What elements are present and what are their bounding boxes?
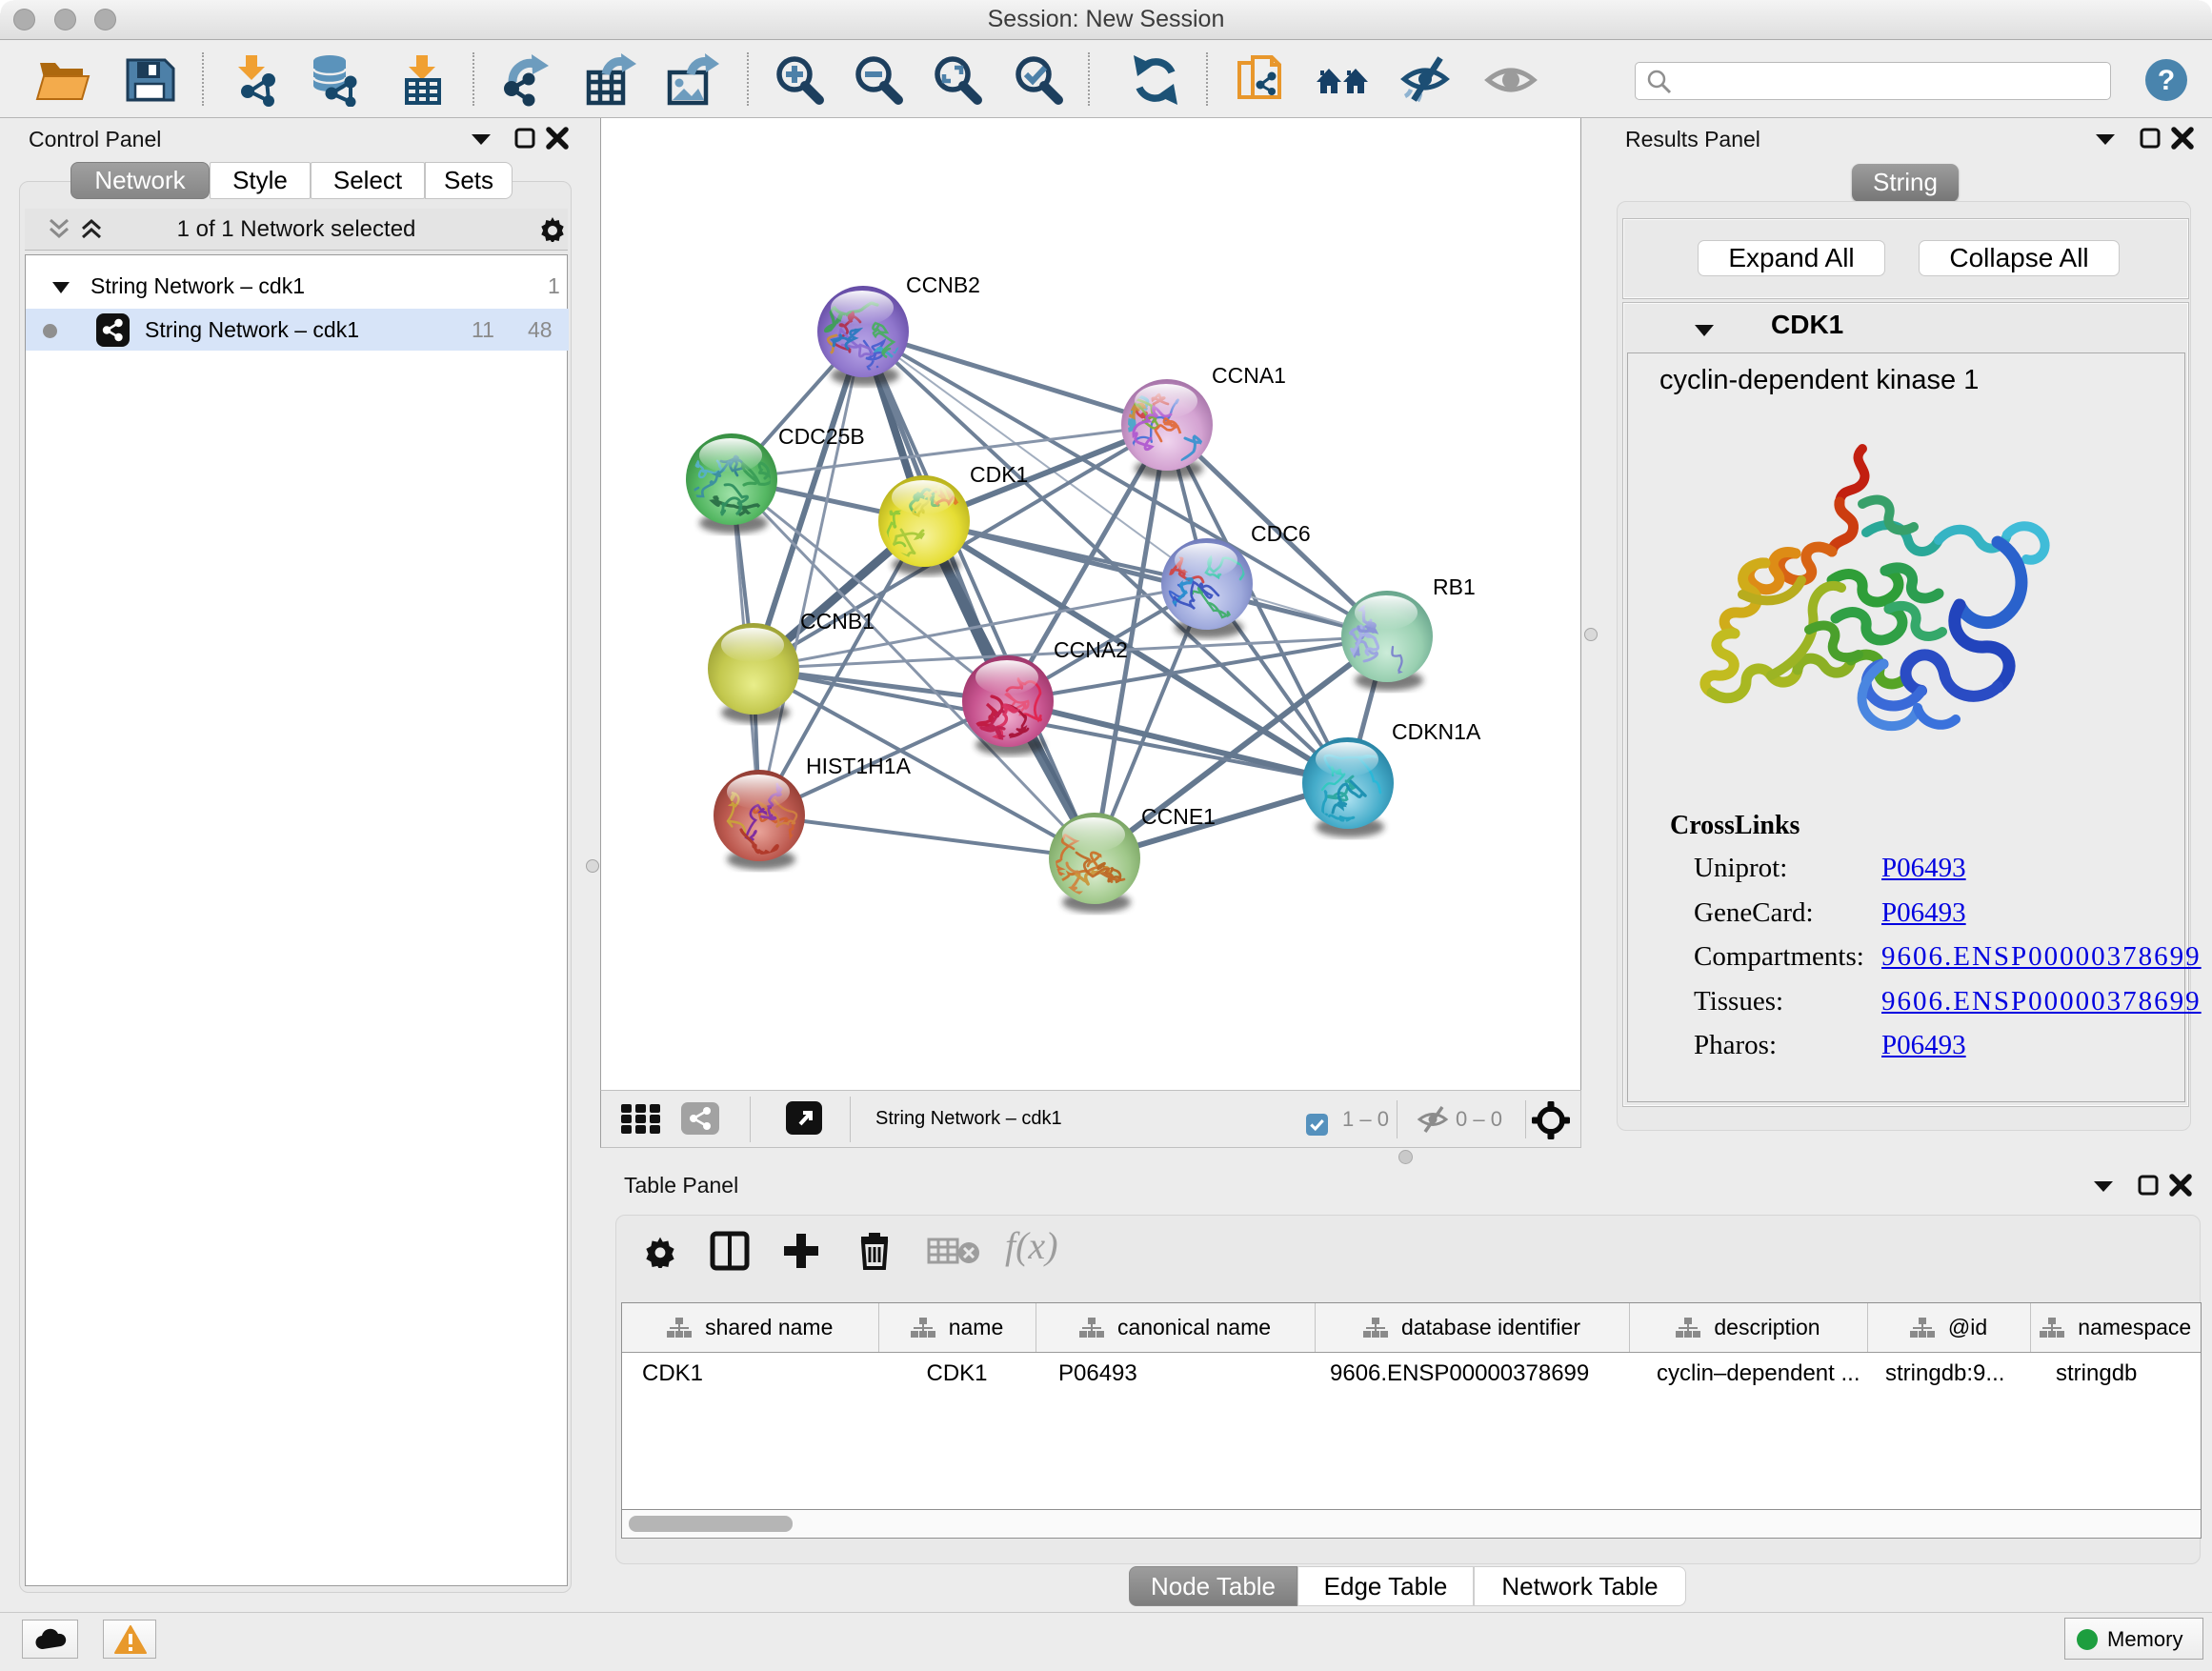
svg-text:CDKN1A: CDKN1A: [1392, 719, 1481, 744]
svg-text:CCNE1: CCNE1: [1141, 804, 1216, 829]
svg-text:HIST1H1A: HIST1H1A: [806, 754, 912, 778]
svg-text:CDC6: CDC6: [1251, 521, 1311, 546]
svg-text:CDC25B: CDC25B: [778, 424, 865, 449]
svg-text:CCNB2: CCNB2: [906, 272, 980, 297]
svg-text:CCNB1: CCNB1: [800, 609, 875, 634]
svg-text:CCNA1: CCNA1: [1212, 363, 1286, 388]
svg-text:CDK1: CDK1: [970, 462, 1028, 487]
svg-text:CCNA2: CCNA2: [1054, 637, 1128, 662]
svg-text:RB1: RB1: [1433, 574, 1476, 599]
svg-text:?: ?: [2158, 65, 2175, 96]
